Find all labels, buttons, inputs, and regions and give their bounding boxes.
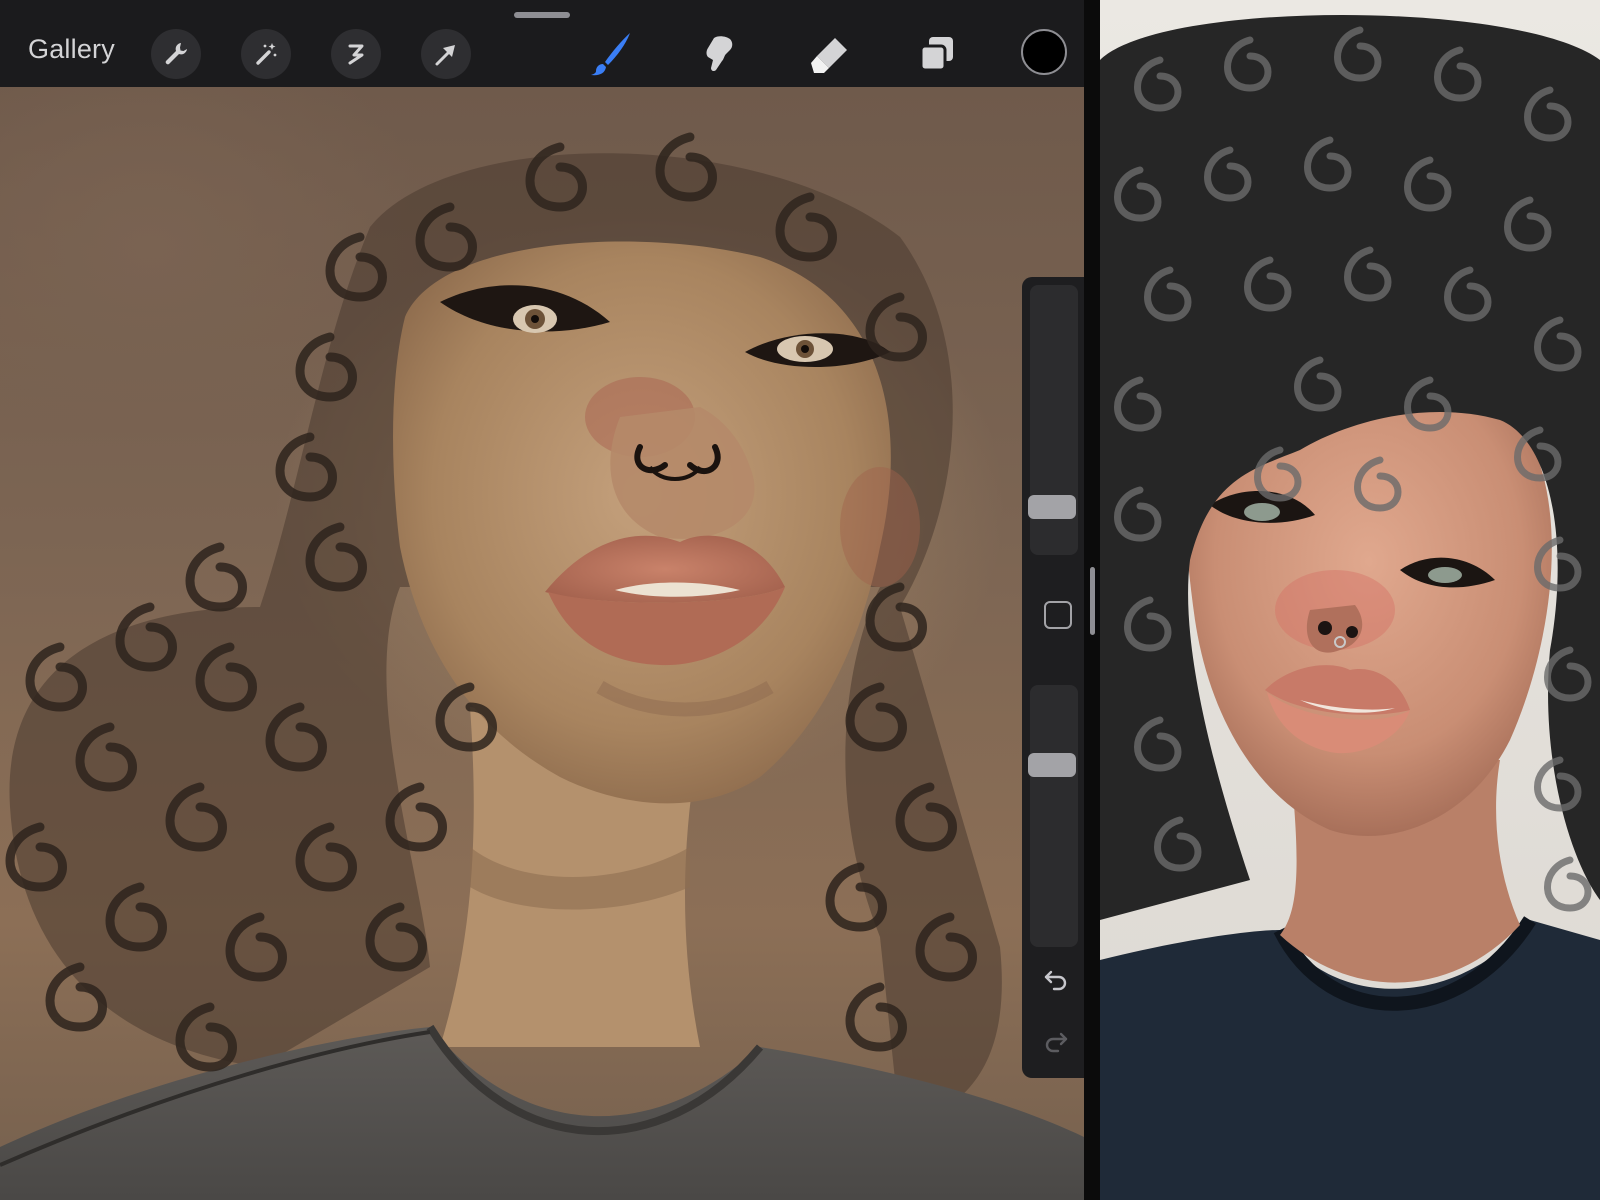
opacity-slider[interactable] xyxy=(1030,685,1078,947)
side-slider-bar xyxy=(1022,277,1084,1078)
actions-button[interactable] xyxy=(151,29,201,79)
wrench-icon xyxy=(165,43,187,65)
undo-button[interactable] xyxy=(1040,963,1072,995)
reference-photo-pane xyxy=(1100,0,1600,1200)
selection-icon xyxy=(348,44,364,65)
redo-button[interactable] xyxy=(1040,1025,1072,1057)
eraser-tool-button[interactable] xyxy=(804,28,856,80)
opacity-thumb[interactable] xyxy=(1028,753,1076,777)
multitasking-handle[interactable] xyxy=(514,12,570,18)
smudge-tool-button[interactable] xyxy=(694,28,746,80)
transform-button[interactable] xyxy=(421,29,471,79)
adjustments-button[interactable] xyxy=(241,29,291,79)
gallery-button[interactable]: Gallery xyxy=(28,34,115,65)
selection-button[interactable] xyxy=(331,29,381,79)
magic-wand-icon xyxy=(256,43,277,65)
color-swatch-button[interactable] xyxy=(1021,29,1067,75)
brush-tool-button[interactable] xyxy=(584,28,636,80)
brush-size-thumb[interactable] xyxy=(1028,495,1076,519)
layers-icon xyxy=(919,37,953,72)
drawing-app-pane: Gallery xyxy=(0,0,1084,1200)
undo-arrow-icon xyxy=(1044,970,1067,991)
redo-arrow-icon xyxy=(1045,1032,1068,1053)
painting-artwork xyxy=(0,132,1084,1200)
split-view-handle[interactable] xyxy=(1090,567,1095,635)
brush-icon xyxy=(591,33,630,76)
smudge-icon xyxy=(706,36,733,72)
layers-button[interactable] xyxy=(911,28,963,80)
reference-photo xyxy=(1100,15,1600,1200)
transform-arrow-icon xyxy=(435,45,455,66)
drawing-canvas[interactable] xyxy=(0,87,1084,1200)
eraser-icon xyxy=(811,38,847,73)
modify-button[interactable] xyxy=(1044,601,1072,629)
